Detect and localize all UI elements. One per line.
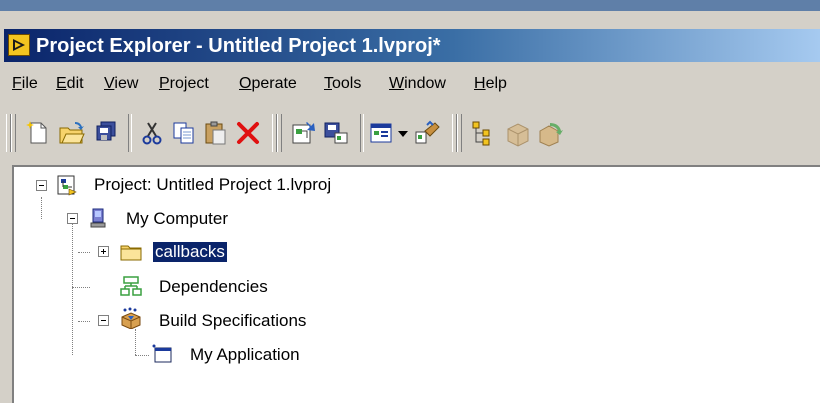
- tree-connector: [41, 197, 42, 219]
- callbacks-expand-toggle[interactable]: [98, 246, 109, 257]
- my-computer-collapse-toggle[interactable]: [67, 213, 78, 224]
- menu-window[interactable]: Window: [389, 75, 446, 93]
- open-icon[interactable]: [58, 119, 86, 147]
- project-explorer-window: Project Explorer - Untitled Project 1.lv…: [0, 0, 820, 403]
- toolbar-grip[interactable]: [457, 114, 462, 152]
- delete-icon[interactable]: [234, 119, 262, 147]
- project-tree[interactable]: Project: Untitled Project 1.lvproj My Co…: [12, 165, 820, 403]
- my-computer-label[interactable]: My Computer: [124, 209, 230, 229]
- toolbar: [4, 108, 820, 158]
- save-project-icon[interactable]: [322, 119, 350, 147]
- toolbar-separator: [360, 114, 364, 152]
- copy-icon[interactable]: [170, 119, 198, 147]
- project-label[interactable]: Project: Untitled Project 1.lvproj: [92, 175, 333, 195]
- view-icon[interactable]: [368, 119, 396, 147]
- build-specs-collapse-toggle[interactable]: [98, 315, 109, 326]
- paste-icon[interactable]: [202, 119, 230, 147]
- package-icon[interactable]: [504, 119, 532, 147]
- window-frame-edge: [0, 11, 820, 13]
- menu-tools[interactable]: Tools: [324, 75, 361, 93]
- build-specifications-label[interactable]: Build Specifications: [157, 311, 308, 331]
- menu-file[interactable]: File: [12, 75, 38, 93]
- tree-connector: [72, 221, 73, 355]
- menu-bar: File Edit View Project Operate Tools Win…: [4, 66, 820, 100]
- computer-icon: [88, 207, 110, 229]
- menu-help[interactable]: Help: [474, 75, 507, 93]
- application-icon: [151, 342, 173, 364]
- hierarchy-icon[interactable]: [470, 119, 498, 147]
- project-settings-icon[interactable]: [290, 119, 318, 147]
- project-collapse-toggle[interactable]: [36, 180, 47, 191]
- tree-connector: [135, 329, 136, 355]
- deploy-icon[interactable]: [536, 119, 564, 147]
- dropdown-arrow-icon[interactable]: [396, 119, 410, 147]
- tree-connector: [78, 321, 90, 322]
- callbacks-label[interactable]: callbacks: [153, 242, 227, 262]
- save-all-icon[interactable]: [92, 119, 120, 147]
- toolbar-grip[interactable]: [277, 114, 282, 152]
- cut-icon[interactable]: [138, 119, 166, 147]
- folder-icon: [120, 240, 142, 262]
- tree-connector: [78, 252, 90, 253]
- menu-view[interactable]: View: [104, 75, 138, 93]
- my-application-label[interactable]: My Application: [188, 345, 302, 365]
- menu-project[interactable]: Project: [159, 75, 209, 93]
- build-icon[interactable]: [414, 119, 442, 147]
- new-icon[interactable]: [24, 119, 52, 147]
- build-specifications-icon: [120, 307, 142, 330]
- window-title: Project Explorer - Untitled Project 1.lv…: [36, 35, 441, 57]
- toolbar-grip[interactable]: [11, 114, 16, 152]
- toolbar-separator: [128, 114, 132, 152]
- project-icon: [56, 174, 78, 196]
- menu-operate[interactable]: Operate: [239, 75, 297, 93]
- dependencies-label[interactable]: Dependencies: [157, 277, 270, 297]
- labview-project-icon[interactable]: [8, 34, 30, 56]
- tree-connector: [135, 355, 149, 356]
- tree-connector: [72, 287, 90, 288]
- menu-edit[interactable]: Edit: [56, 75, 84, 93]
- dependencies-icon: [120, 275, 142, 297]
